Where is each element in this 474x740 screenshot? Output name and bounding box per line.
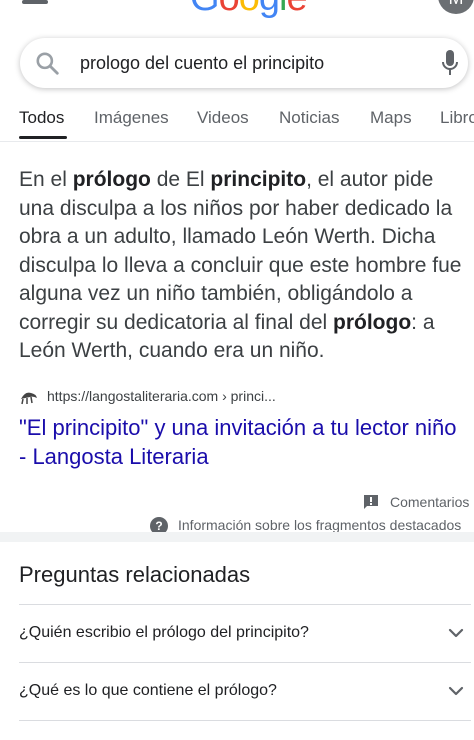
related-questions-title: Preguntas relacionadas	[19, 562, 251, 587]
snippet-info-label: Información sobre los fragmentos destaca…	[178, 517, 462, 533]
snippet-highlight: prólogo	[72, 168, 151, 191]
question-text: ¿Quién escribio el prólogo del principit…	[19, 624, 309, 641]
section-separator	[0, 532, 474, 542]
feedback-icon	[364, 495, 378, 509]
microphone-icon[interactable]	[440, 48, 460, 78]
related-question[interactable]: ¿Quién escribio el prólogo del principit…	[19, 606, 471, 662]
avatar[interactable]: M	[438, 0, 474, 14]
google-logo[interactable]: Google	[190, 0, 308, 18]
search-bar	[20, 38, 468, 88]
divider	[0, 141, 474, 142]
result-url[interactable]: https://langostaliteraria.com › princi..…	[47, 388, 276, 404]
snippet-highlight: prólogo	[333, 310, 412, 334]
tab-todos[interactable]: Todos	[19, 108, 64, 128]
tab-libros[interactable]: Libro	[440, 108, 474, 128]
snippet-highlight: principito	[210, 168, 307, 191]
snippet-text: de El	[150, 168, 211, 191]
search-tabs: Todos Imágenes Videos Noticias Maps Libr…	[0, 100, 474, 140]
search-icon[interactable]	[34, 50, 60, 76]
chevron-down-icon	[448, 686, 464, 696]
menu-icon[interactable]	[22, 0, 48, 4]
site-favicon-icon	[21, 392, 37, 405]
tab-imagenes[interactable]: Imágenes	[94, 108, 169, 128]
active-tab-indicator	[19, 136, 67, 139]
divider	[19, 604, 471, 605]
snippet-text: En el	[19, 168, 73, 191]
featured-snippet-text: En el prólogo de El principito, el autor…	[19, 166, 471, 366]
divider	[19, 720, 471, 721]
feedback-label: Comentarios	[390, 494, 470, 510]
result-source[interactable]: https://langostaliteraria.com › princi..…	[19, 385, 459, 409]
top-bar: Google M	[0, 0, 474, 22]
search-input[interactable]	[80, 50, 420, 76]
tab-noticias[interactable]: Noticias	[279, 108, 339, 128]
result-title-link[interactable]: "El principito" y una invitación a tu le…	[19, 413, 469, 471]
chevron-down-icon	[448, 628, 464, 638]
snippet-text: , el autor pide una disculpa a los niños…	[19, 168, 462, 334]
tab-maps[interactable]: Maps	[370, 108, 412, 128]
divider	[19, 662, 471, 663]
tab-videos[interactable]: Videos	[197, 108, 249, 128]
question-text: ¿Qué es lo que contiene el prólogo?	[19, 682, 277, 699]
related-question[interactable]: ¿Qué es lo que contiene el prólogo?	[19, 664, 471, 720]
